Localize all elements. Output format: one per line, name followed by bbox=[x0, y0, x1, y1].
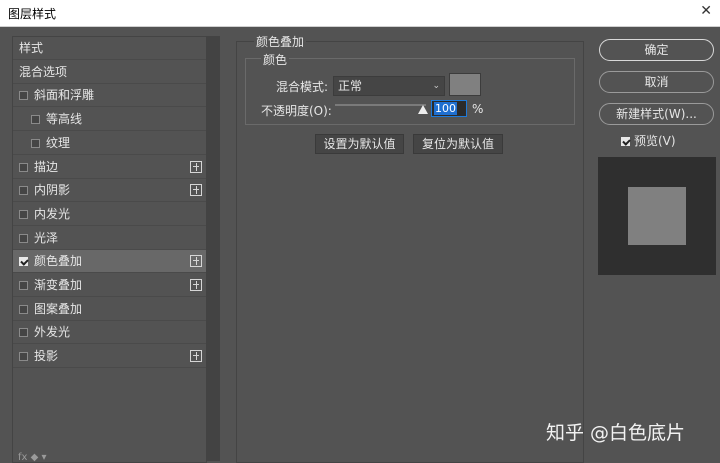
style-item-label: 投影 bbox=[34, 349, 59, 364]
style-item-label: 内发光 bbox=[34, 206, 71, 221]
add-icon[interactable] bbox=[190, 279, 202, 291]
new-style-button[interactable]: 新建样式(W)... bbox=[599, 103, 714, 125]
opacity-label: 不透明度(O): bbox=[261, 104, 332, 118]
set-default-button[interactable]: 设置为默认值 bbox=[315, 134, 404, 154]
style-item-1[interactable]: 混合选项 bbox=[13, 61, 206, 84]
add-icon[interactable] bbox=[190, 255, 202, 268]
add-icon[interactable] bbox=[190, 184, 202, 197]
style-item-10[interactable]: 渐变叠加 bbox=[13, 274, 206, 297]
preview-square bbox=[628, 187, 686, 245]
style-list-footer[interactable]: fx ◆ ▾ bbox=[18, 452, 47, 463]
ok-button[interactable]: 确定 bbox=[599, 39, 714, 61]
subgroup-title: 颜色 bbox=[261, 51, 290, 68]
style-item-label: 描边 bbox=[34, 159, 59, 174]
opacity-input[interactable]: 100 bbox=[431, 100, 467, 117]
watermark: 知乎 @白色底片 bbox=[546, 422, 686, 444]
style-item-checkbox[interactable] bbox=[19, 91, 28, 101]
style-item-label: 图案叠加 bbox=[34, 301, 83, 316]
style-item-13[interactable]: 投影 bbox=[13, 345, 206, 369]
style-item-checkbox[interactable] bbox=[19, 328, 28, 338]
style-item-5[interactable]: 描边 bbox=[13, 156, 206, 179]
style-item-label: 样式 bbox=[19, 41, 44, 55]
style-item-checkbox[interactable] bbox=[31, 115, 40, 125]
style-item-checkbox[interactable] bbox=[19, 209, 28, 219]
style-item-3[interactable]: 等高线 bbox=[13, 108, 206, 132]
style-item-checkbox[interactable] bbox=[19, 304, 28, 314]
blend-mode-label: 混合模式: bbox=[276, 80, 329, 94]
style-item-label: 内阴影 bbox=[34, 183, 71, 198]
blend-mode-value: 正常 bbox=[338, 79, 363, 93]
style-item-8[interactable]: 光泽 bbox=[13, 227, 206, 250]
style-item-label: 颜色叠加 bbox=[34, 254, 83, 269]
style-item-label: 外发光 bbox=[34, 325, 71, 340]
style-list-scrollbar[interactable] bbox=[206, 36, 220, 461]
style-item-label: 纹理 bbox=[46, 135, 71, 150]
opacity-unit: % bbox=[472, 102, 484, 116]
style-item-checkbox[interactable] bbox=[19, 162, 28, 172]
blend-mode-select[interactable]: 正常 ⌄ bbox=[333, 76, 445, 96]
style-item-label: 斜面和浮雕 bbox=[34, 88, 95, 103]
opacity-slider-thumb[interactable] bbox=[418, 105, 428, 114]
style-item-0[interactable]: 样式 bbox=[13, 37, 206, 60]
add-icon[interactable] bbox=[190, 160, 202, 173]
style-item-label: 等高线 bbox=[46, 112, 83, 127]
style-list: 样式混合选项斜面和浮雕等高线纹理描边内阴影内发光光泽颜色叠加渐变叠加图案叠加外发… bbox=[12, 36, 207, 463]
opacity-value: 100 bbox=[434, 102, 457, 115]
style-item-checkbox[interactable] bbox=[19, 257, 28, 267]
window-title: 图层样式 bbox=[8, 7, 57, 21]
chevron-down-icon: ⌄ bbox=[432, 81, 440, 91]
overlay-color-swatch[interactable] bbox=[449, 73, 481, 96]
preview-label: 预览(V) bbox=[634, 134, 676, 148]
preview-checkbox[interactable] bbox=[621, 137, 630, 146]
group-title: 颜色叠加 bbox=[254, 33, 307, 50]
style-item-6[interactable]: 内阴影 bbox=[13, 179, 206, 203]
style-item-11[interactable]: 图案叠加 bbox=[13, 298, 206, 321]
style-item-4[interactable]: 纹理 bbox=[13, 132, 206, 155]
close-icon[interactable]: ✕ bbox=[700, 3, 712, 19]
preview-thumbnail bbox=[598, 157, 716, 275]
style-item-7[interactable]: 内发光 bbox=[13, 203, 206, 226]
style-item-checkbox[interactable] bbox=[19, 233, 28, 243]
style-item-label: 渐变叠加 bbox=[34, 278, 83, 292]
title-bar: 图层样式 ✕ bbox=[0, 0, 720, 27]
style-item-checkbox[interactable] bbox=[31, 138, 40, 148]
reset-default-button[interactable]: 复位为默认值 bbox=[413, 134, 503, 154]
opacity-slider-track[interactable] bbox=[335, 104, 426, 106]
style-item-label: 光泽 bbox=[34, 230, 59, 245]
cancel-button[interactable]: 取消 bbox=[599, 71, 714, 93]
preview-toggle[interactable]: 预览(V) bbox=[621, 134, 676, 148]
style-item-12[interactable]: 外发光 bbox=[13, 321, 206, 345]
style-item-9[interactable]: 颜色叠加 bbox=[13, 250, 206, 274]
style-item-checkbox[interactable] bbox=[19, 281, 28, 290]
add-icon[interactable] bbox=[190, 350, 202, 363]
style-item-2[interactable]: 斜面和浮雕 bbox=[13, 84, 206, 108]
style-item-checkbox[interactable] bbox=[19, 352, 28, 362]
style-item-label: 混合选项 bbox=[19, 64, 68, 79]
style-item-checkbox[interactable] bbox=[19, 186, 28, 196]
